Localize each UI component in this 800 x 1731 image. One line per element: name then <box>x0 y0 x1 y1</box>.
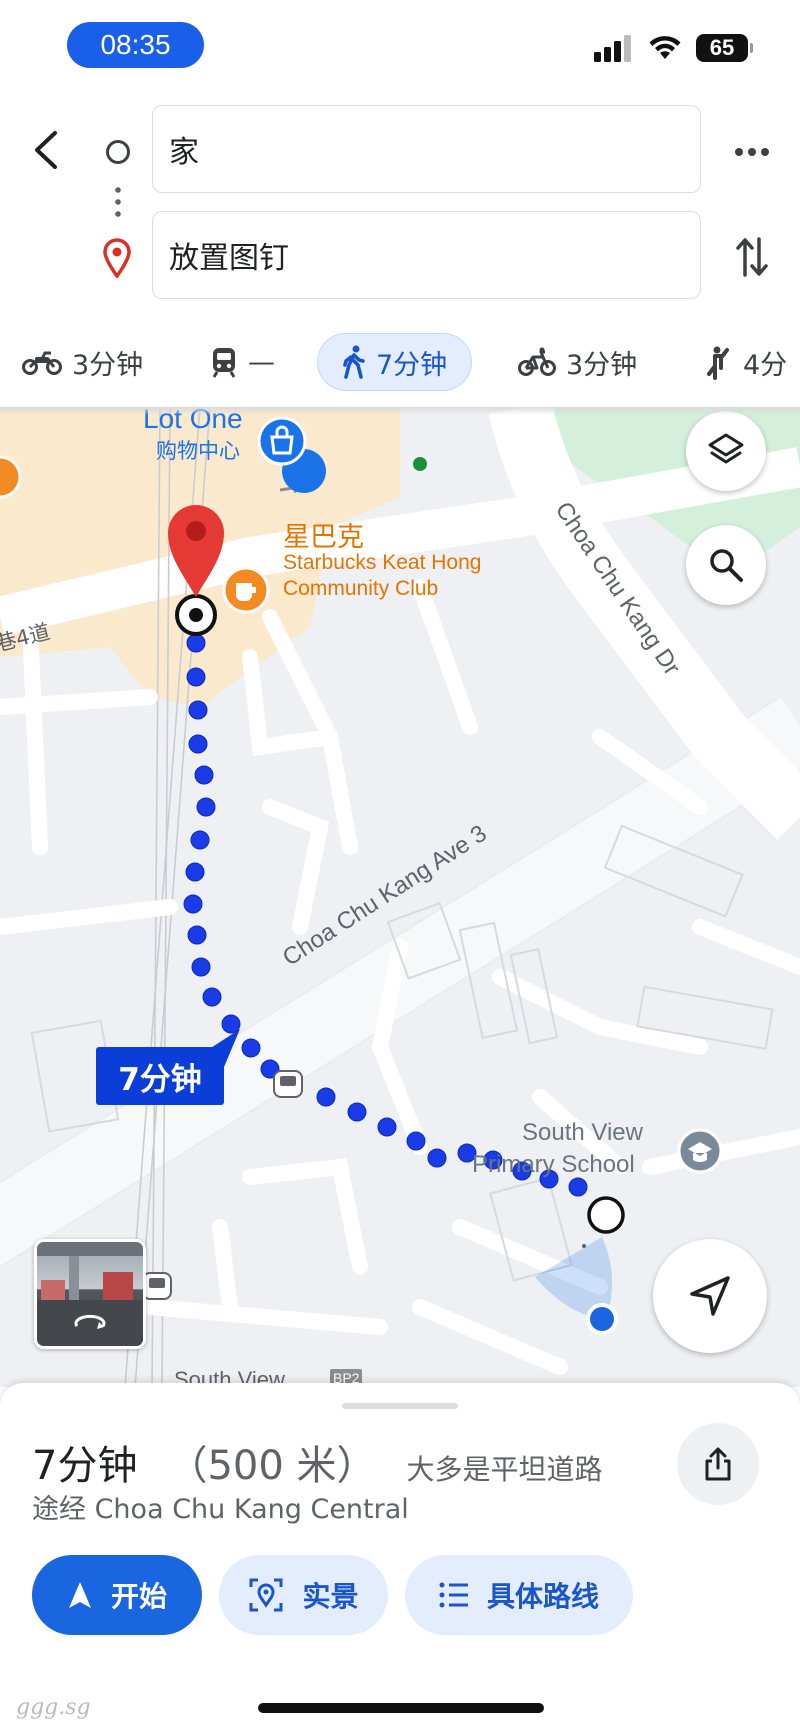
route-connector-dots <box>115 184 121 218</box>
mode-tab-walking[interactable]: 7分钟 <box>317 333 473 391</box>
layers-icon <box>708 433 744 464</box>
train-icon <box>212 348 236 378</box>
mode-tab-label: 7分钟 <box>376 349 448 381</box>
swap-vertical-icon <box>736 237 768 277</box>
route-duration: 7分钟 <box>32 1443 138 1489</box>
park-poi-dot <box>413 457 427 471</box>
back-button[interactable] <box>26 122 66 178</box>
signal-icon <box>594 35 631 62</box>
bicycle-icon <box>518 347 556 376</box>
shopping-poi-marker <box>257 416 307 466</box>
map-label-starbucks-cn: 星巴克 <box>283 522 364 553</box>
street-view-thumbnail[interactable] <box>34 1239 146 1349</box>
route-summary: 7分钟 （500 米） 大多是平坦道路 <box>32 1433 603 1491</box>
origin-field[interactable]: 家 <box>152 105 701 193</box>
route-details-sheet: 7分钟 （500 米） 大多是平坦道路 途经 Choa Chu Kang Cen… <box>0 1383 800 1731</box>
start-label: 开始 <box>110 1580 167 1613</box>
map-label-starbucks-en-2: Community Club <box>283 577 439 600</box>
origin-ring <box>587 1196 625 1234</box>
battery-indicator: 65 <box>696 34 753 62</box>
live-view-icon <box>249 1578 283 1612</box>
start-navigation-button[interactable]: 开始 <box>32 1555 202 1635</box>
live-view-label: 实景 <box>302 1580 359 1613</box>
navigation-arrow-icon <box>690 1276 730 1316</box>
walking-icon <box>343 345 365 379</box>
navigation-start-icon <box>68 1582 91 1608</box>
list-icon <box>439 1582 468 1608</box>
more-options-button[interactable] <box>730 130 774 174</box>
watermark: ggg.sg <box>16 1695 91 1720</box>
map-label-school-2: Primary School <box>472 1151 635 1178</box>
back-arrow-icon <box>35 131 57 169</box>
travel-mode-tabs: 3分钟 — 7分钟 3分钟 4分 <box>0 330 800 396</box>
map-label-school-1: South View <box>522 1119 643 1146</box>
terrain-note: 大多是平坦道路 <box>406 1453 603 1486</box>
map-search-button[interactable] <box>686 525 766 605</box>
swap-directions-button[interactable] <box>730 230 774 284</box>
route-steps-button[interactable]: 具体路线 <box>405 1555 633 1635</box>
map-layers-button[interactable] <box>686 411 766 491</box>
share-button[interactable] <box>677 1423 759 1505</box>
recenter-navigation-button[interactable] <box>653 1239 767 1353</box>
status-icons: 65 <box>594 34 753 62</box>
mode-tab-label: — <box>248 346 275 378</box>
route-duration-badge: 7分钟 <box>96 1047 224 1105</box>
live-view-button[interactable]: 实景 <box>219 1555 388 1635</box>
wifi-icon <box>649 36 681 59</box>
destination-pin-icon <box>103 238 131 278</box>
more-horizontal-icon <box>735 148 769 156</box>
hail-ride-icon <box>707 346 729 380</box>
map-label-starbucks-en-1: Starbucks Keat Hong <box>283 551 482 574</box>
map-top-shadow <box>0 407 800 415</box>
mode-tab-label: 4分 <box>743 349 788 381</box>
mode-tab-cycling[interactable]: 3分钟 <box>518 333 637 391</box>
motorcycle-icon <box>22 351 62 375</box>
route-via: 途经 Choa Chu Kang Central <box>32 1494 409 1525</box>
map-view[interactable]: Lot One 购物中心 星巴克 Starbucks Keat Hong Com… <box>0 407 800 1387</box>
home-indicator[interactable] <box>258 1703 544 1713</box>
search-icon <box>710 549 743 582</box>
share-icon <box>705 1447 731 1481</box>
sheet-drag-handle[interactable] <box>342 1403 458 1409</box>
origin-circle-icon <box>106 140 130 164</box>
status-bar: 08:35 65 <box>0 0 800 92</box>
mode-tab-ride-hailing[interactable]: 4分 <box>705 333 787 391</box>
destination-field[interactable]: 放置图钉 <box>152 211 701 299</box>
mode-tab-label: 3分钟 <box>72 349 144 381</box>
directions-search-panel: 家 放置图钉 <box>0 92 800 312</box>
route-distance: （500 米） <box>167 1443 377 1489</box>
mode-tab-label: 3分钟 <box>566 349 638 381</box>
mode-tab-motorcycle[interactable]: 3分钟 <box>22 333 143 391</box>
map-label-shopping-centre: 购物中心 <box>156 439 240 463</box>
mode-tab-transit[interactable]: — <box>210 333 275 391</box>
street-view-scene <box>37 1242 143 1346</box>
status-time: 08:35 <box>67 22 204 68</box>
route-steps-label: 具体路线 <box>486 1580 599 1613</box>
